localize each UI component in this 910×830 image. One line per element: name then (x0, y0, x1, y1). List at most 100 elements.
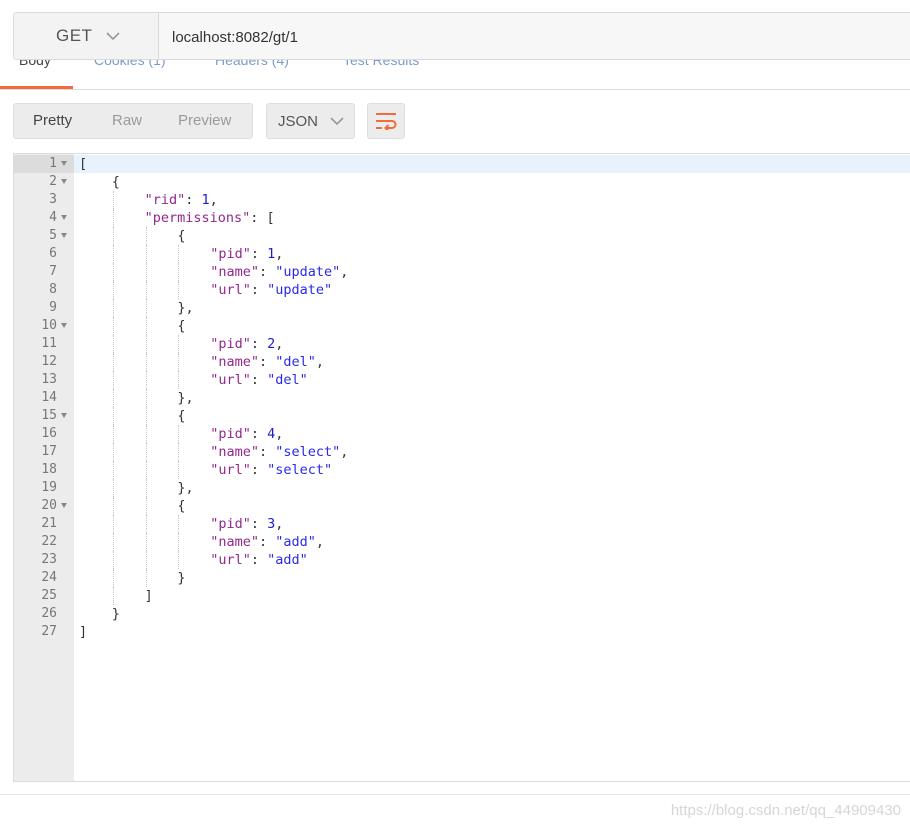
indent-guide (178, 515, 180, 533)
divider (0, 794, 910, 795)
indent-guide (145, 425, 147, 443)
json-key: "pid" (210, 246, 251, 262)
code-text: "url": "del" (210, 371, 308, 389)
json-key: "name" (210, 354, 259, 370)
indent-guide (112, 425, 114, 443)
json-punctuation: , (275, 426, 284, 442)
json-key: "url" (210, 282, 251, 298)
fold-toggle-icon[interactable] (61, 179, 67, 184)
indent-guide (112, 587, 114, 605)
line-number: 8 (49, 282, 57, 297)
line-number: 25 (41, 588, 57, 603)
indent-guide (178, 353, 180, 371)
view-raw-button[interactable]: Raw (112, 104, 142, 138)
indent-guide (145, 389, 147, 407)
json-value: "add" (267, 552, 308, 568)
code-line: 26} (14, 605, 910, 623)
indent-guide (178, 335, 180, 353)
indent-guide (112, 191, 114, 209)
json-punctuation: { (111, 174, 120, 190)
code-text: "name": "add", (210, 533, 324, 551)
indent-guide (178, 281, 180, 299)
json-punctuation: , (315, 354, 325, 370)
line-number: 1 (49, 156, 57, 171)
code-line: 10 { (14, 317, 910, 335)
code-line: 5{ (14, 227, 910, 245)
code-line: 17 "name": "select", (14, 443, 910, 461)
chevron-down-icon (106, 31, 121, 40)
indent-guide (145, 335, 147, 353)
indent-guide (178, 551, 180, 569)
indent-guide (145, 227, 147, 245)
json-punctuation: : (250, 282, 268, 298)
json-punctuation: : (250, 246, 268, 262)
json-punctuation: } (177, 570, 186, 586)
tab-headers[interactable]: Headers (4) (215, 60, 289, 68)
active-tab-indicator (0, 86, 73, 89)
indent-guide (112, 263, 114, 281)
json-punctuation: , (209, 192, 218, 208)
code-line: 25] (14, 587, 910, 605)
fold-toggle-icon[interactable] (61, 413, 67, 418)
json-punctuation: ] (144, 588, 153, 604)
line-number: 27 (41, 624, 57, 639)
json-punctuation: { (177, 318, 186, 334)
json-punctuation: : (258, 534, 276, 550)
code-line: 22 "name": "add", (14, 533, 910, 551)
json-punctuation: }, (177, 300, 194, 316)
json-key: "pid" (210, 516, 251, 532)
indent-guide (145, 479, 147, 497)
json-punctuation: : (250, 426, 268, 442)
line-number: 16 (41, 426, 57, 441)
json-key: "pid" (210, 336, 251, 352)
method-select[interactable]: GET (14, 13, 159, 59)
line-number: 20 (41, 498, 57, 513)
indent-guide (145, 497, 147, 515)
code-line: 15 { (14, 407, 910, 425)
fold-toggle-icon[interactable] (61, 161, 67, 166)
fold-toggle-icon[interactable] (61, 215, 67, 220)
json-key: "permissions" (144, 210, 251, 226)
code-line: 6 "pid": 1, (14, 245, 910, 263)
json-punctuation: : (258, 444, 276, 460)
code-line: 8 "url": "update" (14, 281, 910, 299)
json-key: "name" (210, 444, 259, 460)
json-punctuation: { (177, 228, 186, 244)
indent-guide (112, 335, 114, 353)
code-text: } (112, 605, 120, 623)
line-number: 4 (49, 210, 57, 225)
code-text: "name": "update", (210, 263, 348, 281)
fold-toggle-icon[interactable] (61, 233, 67, 238)
indent-guide (145, 281, 147, 299)
code-text: "name": "select", (210, 443, 348, 461)
line-number: 3 (49, 192, 57, 207)
indent-guide (112, 443, 114, 461)
indent-guide (112, 245, 114, 263)
indent-guide (178, 263, 180, 281)
json-punctuation: : (250, 516, 268, 532)
code-line: 13 "url": "del" (14, 371, 910, 389)
indent-guide (112, 533, 114, 551)
fold-toggle-icon[interactable] (61, 323, 67, 328)
format-select[interactable]: JSON (266, 103, 355, 139)
indent-guide (178, 443, 180, 461)
line-number: 7 (49, 264, 57, 279)
tab-body[interactable]: Body (19, 60, 51, 68)
fold-toggle-icon[interactable] (61, 503, 67, 508)
view-preview-button[interactable]: Preview (178, 104, 231, 138)
view-pretty-button[interactable]: Pretty (33, 104, 72, 138)
indent-guide (112, 551, 114, 569)
url-input[interactable] (159, 13, 910, 61)
indent-guide (178, 371, 180, 389)
json-key: "url" (210, 372, 251, 388)
code-text: { (112, 173, 120, 191)
json-key: "pid" (210, 426, 251, 442)
tab-test-results[interactable]: Test Results (343, 60, 419, 68)
json-punctuation: : (250, 372, 268, 388)
indent-guide (112, 461, 114, 479)
json-punctuation: : (258, 264, 276, 280)
wrap-lines-button[interactable] (367, 103, 405, 139)
response-body-editor[interactable]: 1[2{3 "rid": 1, 4 "permissions": [5{6 "pid":… (13, 153, 910, 782)
code-line: 12 "name": "del", (14, 353, 910, 371)
tab-cookies[interactable]: Cookies (1) (94, 60, 166, 68)
